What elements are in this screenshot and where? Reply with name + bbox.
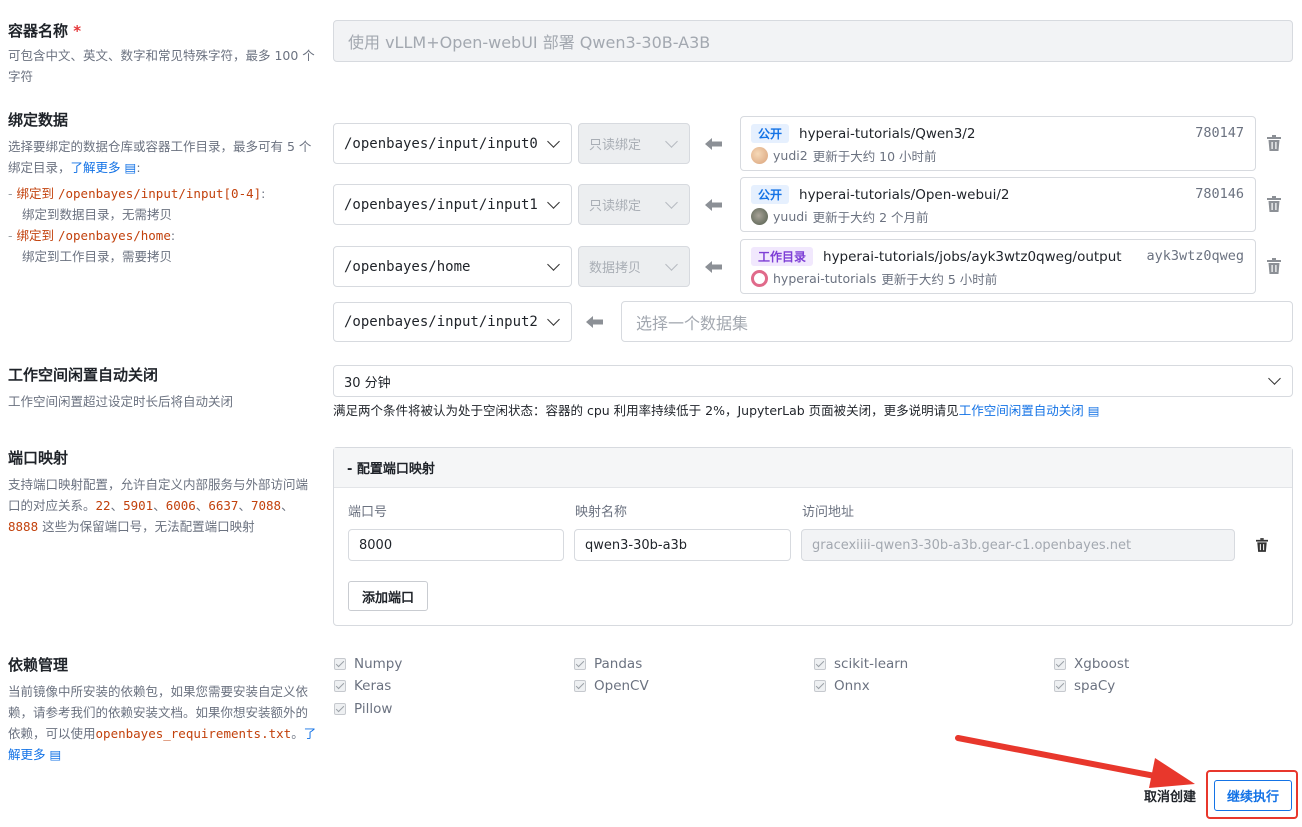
public-tag: 公开 [751,185,790,204]
dataset-id: 780146 [1195,186,1244,202]
bind-note-2: - 绑定到 /openbayes/home: 绑定到工作目录，需要拷贝 [8,228,176,264]
dep-checkbox-numpy: Numpy [334,656,402,672]
avatar [751,147,768,164]
port-col-label: 端口号 [348,505,388,520]
container-name-desc: 可包含中文、英文、数字和常见特殊字符，最多 100 个字符 [8,48,315,84]
dataset-card-0[interactable]: 公开 hyperai-tutorials/Qwen3/2 780147 yudi2… [740,116,1256,171]
checkbox-checked-icon [334,658,346,670]
dep-checkbox-opencv: OpenCV [574,678,649,694]
port-number-input[interactable]: 8000 [348,529,564,561]
doc-icon: ▤ [1087,403,1100,418]
required-mark: * [73,22,82,40]
arrow-left-icon [705,199,722,211]
chevron-down-icon [665,195,678,209]
url-col-label: 访问地址 [802,505,855,520]
idle-doc-link[interactable]: 工作空间闲置自动关闭 ▤ [959,403,1100,418]
add-port-button[interactable]: 添加端口 [348,581,428,611]
updated-time: 更新于大约 5 小时前 [881,272,998,287]
name-col-label: 映射名称 [575,505,628,520]
checkbox-checked-icon [334,703,346,715]
checkbox-checked-icon [1054,658,1066,670]
access-url-input: gracexiiii-qwen3-30b-a3b.gear-c1.openbay… [801,529,1235,561]
continue-button[interactable]: 继续执行 [1214,780,1292,811]
dep-checkbox-xgboost: Xgboost [1054,656,1129,672]
chevron-down-icon [665,134,678,148]
container-name-title: 容器名称 * [8,22,82,40]
deps-title: 依赖管理 [8,656,69,674]
bind-learn-more-link[interactable]: 了解更多 ▤ [71,160,137,175]
container-name-input[interactable]: 使用 vLLM+Open-webUI 部署 Qwen3-30B-A3B [333,20,1293,62]
cancel-create-button[interactable]: 取消创建 [1144,786,1196,805]
dataset-card-2[interactable]: 工作目录 hyperai-tutorials/jobs/ayk3wtz0qweg/… [740,239,1256,294]
user-name: yuudi [773,209,808,224]
idle-title: 工作空间闲置自动关闭 [8,366,159,384]
workdir-tag: 工作目录 [751,247,814,266]
user-name: hyperai-tutorials [773,271,877,286]
port-mapping-panel: - 配置端口映射 端口号 映射名称 访问地址 8000 qwen3-30b-a3… [333,447,1293,626]
chevron-down-icon [665,257,678,271]
bind-mode-select-0[interactable]: 只读绑定 [578,123,690,164]
avatar [751,208,768,225]
dep-checkbox-spacy: spaCy [1054,678,1115,694]
dataset-name: hyperai-tutorials/Open-webui/2 [799,186,1010,203]
checkbox-checked-icon [1054,680,1066,692]
ports-desc: 支持端口映射配置，允许自定义内部服务与外部访问端口的对应关系。22、5901、6… [8,477,309,534]
updated-time: 更新于大约 2 个月前 [812,210,929,225]
dataset-id: 780147 [1195,125,1244,141]
dataset-card-1[interactable]: 公开 hyperai-tutorials/Open-webui/2 780146 … [740,177,1256,232]
user-name: yudi2 [773,148,808,163]
public-tag: 公开 [751,124,790,143]
trash-icon[interactable] [1256,538,1268,552]
dep-checkbox-keras: Keras [334,678,391,694]
bind-mode-select-2[interactable]: 数据拷贝 [578,246,690,287]
trash-icon[interactable] [1267,135,1281,151]
bind-path-select-2[interactable]: /openbayes/home [333,246,572,287]
bind-data-title: 绑定数据 [8,111,69,129]
bind-data-desc: 选择要绑定的数据仓库或容器工作目录，最多可有 5 个绑定目录，了解更多 ▤: [8,139,312,175]
checkbox-checked-icon [814,658,826,670]
checkbox-checked-icon [574,658,586,670]
dataset-name: hyperai-tutorials/jobs/ayk3wtz0qweg/outp… [823,248,1122,265]
idle-timeout-select[interactable]: 30 分钟 [333,365,1293,397]
trash-icon[interactable] [1267,196,1281,212]
trash-icon[interactable] [1267,258,1281,274]
bind-path-select-3[interactable]: /openbayes/input/input2 [333,302,572,342]
arrow-left-icon [586,316,603,328]
updated-time: 更新于大约 10 小时前 [812,149,937,164]
idle-desc: 工作空间闲置超过设定时长后将自动关闭 [8,394,234,409]
bind-path-select-0[interactable]: /openbayes/input/input0 [333,123,572,164]
checkbox-checked-icon [574,680,586,692]
annotation-arrow-icon [955,735,1195,788]
deps-desc: 当前镜像中所安装的依赖包，如果您需要安装自定义依赖，请参考我们的依赖安装文档。如… [8,684,317,762]
ports-title: 端口映射 [8,449,69,467]
chevron-down-icon [547,195,560,209]
chevron-down-icon [547,257,560,271]
idle-note: 满足两个条件将被认为处于空闲状态：容器的 cpu 利用率持续低于 2%，Jupy… [333,403,1100,418]
dep-checkbox-scikit-learn: scikit-learn [814,656,908,672]
container-name-placeholder: 使用 vLLM+Open-webUI 部署 Qwen3-30B-A3B [348,33,711,52]
doc-icon: ▤ [124,160,137,175]
hyperai-logo-icon [751,270,768,287]
dep-checkbox-pandas: Pandas [574,656,642,672]
bind-note-1: - 绑定到 /openbayes/input/input[0-4]: 绑定到数据… [8,186,266,222]
chevron-down-icon [547,313,560,326]
dataset-name: hyperai-tutorials/Qwen3/2 [799,125,976,142]
dataset-select-input[interactable]: 选择一个数据集 [621,301,1293,342]
arrow-left-icon [705,138,722,150]
chevron-down-icon [547,134,560,148]
port-panel-header[interactable]: - 配置端口映射 [334,448,1292,488]
mapping-name-input[interactable]: qwen3-30b-a3b [574,529,791,561]
bind-path-select-1[interactable]: /openbayes/input/input1 [333,184,572,225]
dataset-id: ayk3wtz0qweg [1146,248,1244,264]
chevron-down-icon [1268,372,1281,385]
dep-checkbox-onnx: Onnx [814,678,870,694]
dep-checkbox-pillow: Pillow [334,701,392,717]
doc-icon: ▤ [49,747,62,762]
checkbox-checked-icon [334,680,346,692]
dataset-placeholder: 选择一个数据集 [636,313,749,333]
arrow-left-icon [705,261,722,273]
bind-mode-select-1[interactable]: 只读绑定 [578,184,690,225]
checkbox-checked-icon [814,680,826,692]
